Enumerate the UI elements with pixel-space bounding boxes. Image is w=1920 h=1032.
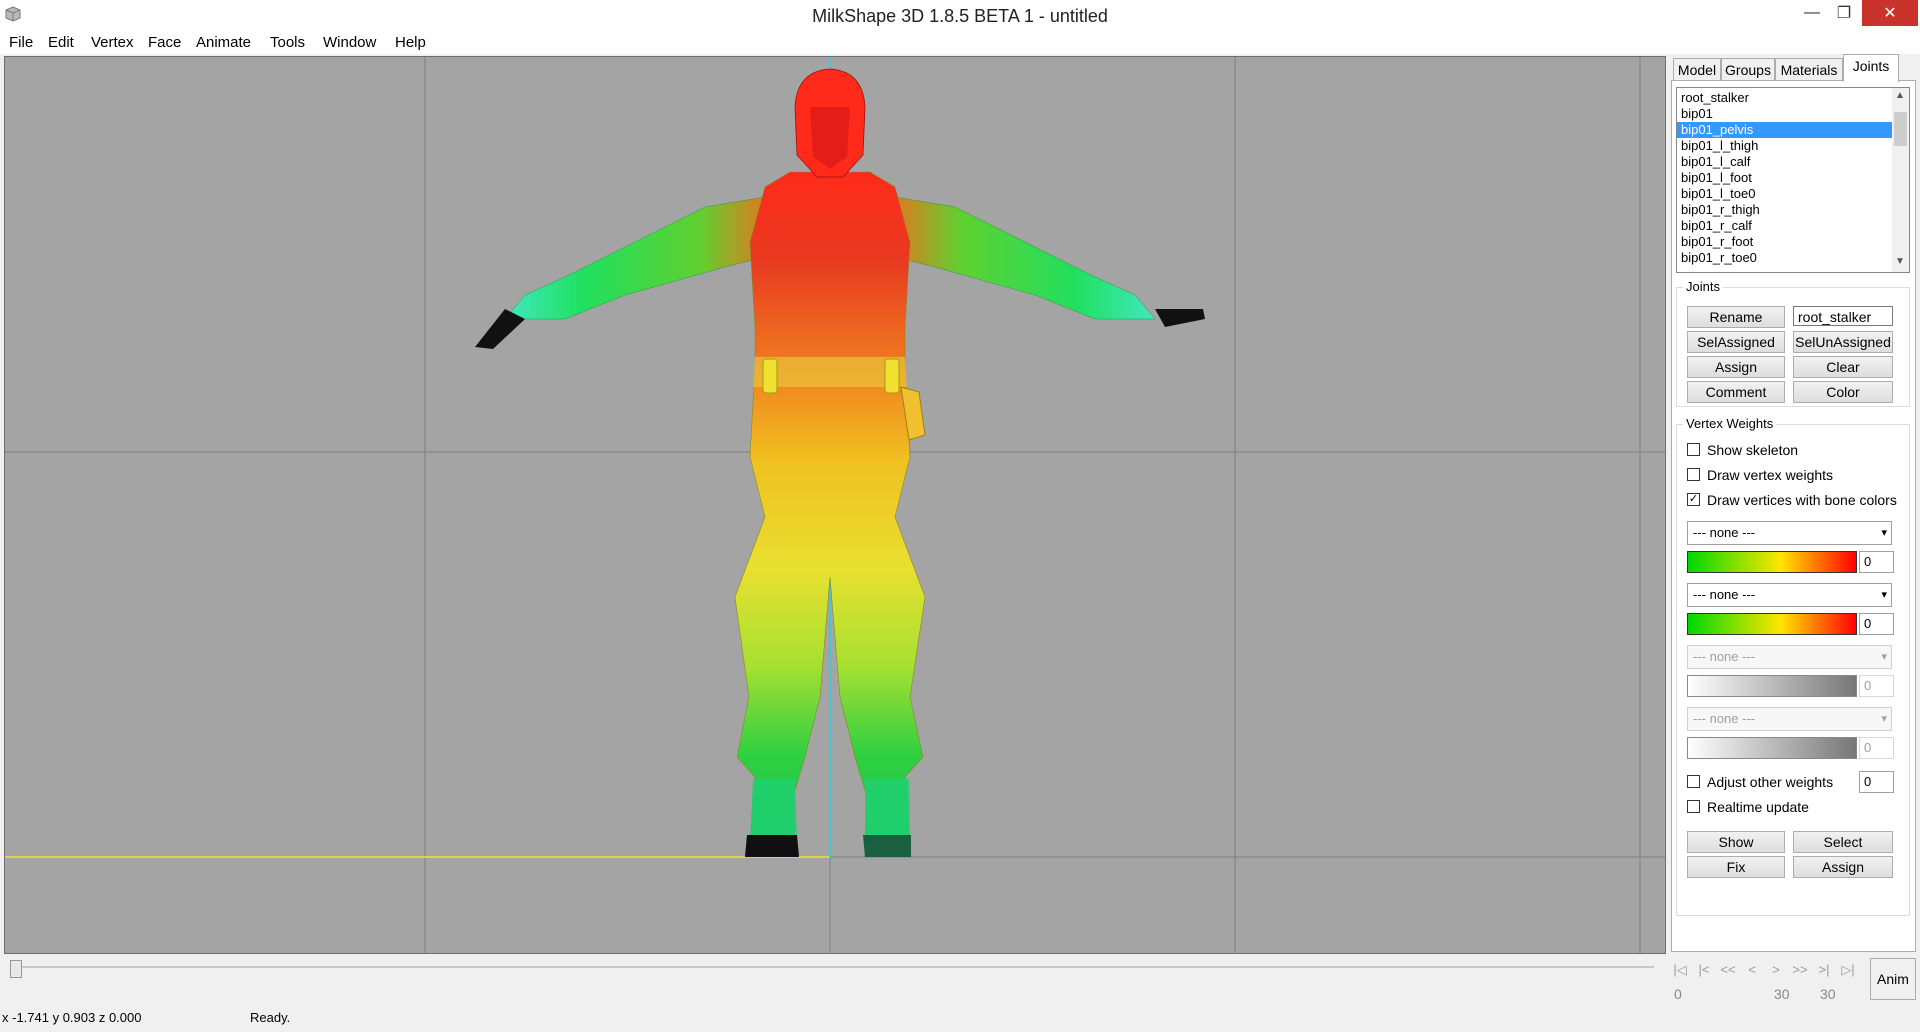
close-icon[interactable]: ✕ (1862, 0, 1918, 26)
menu-bar: File Edit Vertex Face Animate Tools Wind… (0, 30, 1920, 54)
window-title: MilkShape 3D 1.8.5 BETA 1 - untitled (812, 6, 1108, 26)
menu-tools[interactable]: Tools (270, 34, 305, 51)
last-frame-button[interactable]: ▷| (1838, 962, 1858, 978)
weight-bar-4 (1687, 737, 1857, 759)
first-frame-button[interactable]: |◁ (1670, 962, 1690, 978)
assign-button[interactable]: Assign (1687, 356, 1785, 378)
tab-materials[interactable]: Materials (1775, 58, 1843, 81)
sel-unassigned-button[interactable]: SelUnAssigned (1793, 331, 1893, 353)
checkbox-box[interactable] (1687, 468, 1700, 481)
title-bar: MilkShape 3D 1.8.5 BETA 1 - untitled — ❐… (0, 0, 1920, 30)
scroll-up-icon[interactable]: ▲ (1895, 90, 1905, 101)
fix-button[interactable]: Fix (1687, 856, 1785, 878)
sel-assigned-button[interactable]: SelAssigned (1687, 331, 1785, 353)
comment-button[interactable]: Comment (1687, 381, 1785, 403)
timeline[interactable] (0, 956, 1665, 998)
status-message: Ready. (250, 1010, 291, 1025)
tab-model[interactable]: Model (1673, 58, 1721, 81)
bone-select-4: --- none --- ▾ (1687, 707, 1892, 731)
chevron-down-icon: ▾ (1881, 527, 1887, 539)
list-item[interactable]: bip01_r_thigh (1677, 202, 1893, 218)
vertex-weights-label: Vertex Weights (1683, 416, 1777, 431)
right-panel: Model Groups Materials Joints root_stalk… (1671, 54, 1916, 954)
3d-model[interactable] (475, 68, 1205, 858)
color-button[interactable]: Color (1793, 381, 1893, 403)
prev-key-button[interactable]: |< (1694, 962, 1714, 977)
show-button[interactable]: Show (1687, 831, 1785, 853)
list-item[interactable]: bip01_r_foot (1677, 234, 1893, 250)
next-frame-button[interactable]: > (1766, 962, 1786, 977)
chevron-down-icon: ▾ (1881, 589, 1887, 601)
list-item-selected[interactable]: bip01_pelvis (1677, 122, 1893, 138)
clear-button[interactable]: Clear (1793, 356, 1893, 378)
checkmark-icon[interactable]: ✓ (1687, 493, 1700, 506)
bone-select-3: --- none --- ▾ (1687, 645, 1892, 669)
bone-select-2[interactable]: --- none --- ▾ (1687, 583, 1892, 607)
viewport-canvas (5, 57, 1665, 953)
animation-controls: |◁ |< << < > >> >| ▷| 0 30 30 Anim (1670, 956, 1918, 1004)
scrollbar-thumb[interactable] (1894, 112, 1907, 146)
weight-bar-2[interactable] (1687, 613, 1857, 635)
list-item[interactable]: bip01_l_foot (1677, 170, 1893, 186)
weight-value-2[interactable]: 0 (1859, 613, 1894, 635)
timeline-handle[interactable] (10, 960, 22, 978)
timeline-track[interactable] (14, 966, 1654, 968)
bone-select-1[interactable]: --- none --- ▾ (1687, 521, 1892, 545)
weight-value-4: 0 (1859, 737, 1894, 759)
joint-list[interactable]: root_stalker bip01 bip01_pelvis bip01_l_… (1676, 87, 1910, 273)
list-item[interactable]: bip01_r_calf (1677, 218, 1893, 234)
anim-button[interactable]: Anim (1870, 958, 1916, 1000)
list-item[interactable]: root_stalker (1677, 90, 1893, 106)
menu-animate[interactable]: Animate (196, 34, 251, 51)
weight-bar-3 (1687, 675, 1857, 697)
menu-face[interactable]: Face (148, 34, 181, 51)
chevron-down-icon: ▾ (1881, 651, 1887, 663)
tab-joints[interactable]: Joints (1843, 54, 1899, 82)
tab-groups[interactable]: Groups (1721, 58, 1775, 81)
panel-tabs: Model Groups Materials Joints (1671, 54, 1916, 82)
weight-value-1[interactable]: 0 (1859, 551, 1894, 573)
scroll-down-icon[interactable]: ▼ (1895, 256, 1905, 267)
list-item[interactable]: bip01_l_toe0 (1677, 186, 1893, 202)
joint-name-field[interactable]: root_stalker (1793, 306, 1893, 326)
menu-edit[interactable]: Edit (48, 34, 74, 51)
list-item[interactable]: bip01_l_thigh (1677, 138, 1893, 154)
select-button[interactable]: Select (1793, 831, 1893, 853)
menu-window[interactable]: Window (323, 34, 376, 51)
assign-weights-button[interactable]: Assign (1793, 856, 1893, 878)
menu-help[interactable]: Help (395, 34, 426, 51)
checkbox-box[interactable] (1687, 775, 1700, 788)
weight-value-3: 0 (1859, 675, 1894, 697)
weight-bar-1[interactable] (1687, 551, 1857, 573)
cursor-coordinates: x -1.741 y 0.903 z 0.000 (2, 1010, 142, 1025)
menu-file[interactable]: File (9, 34, 33, 51)
3d-viewport[interactable] (4, 56, 1666, 954)
joints-group: Joints Rename root_stalker SelAssigned S… (1676, 279, 1910, 407)
joints-group-label: Joints (1683, 279, 1723, 294)
checkbox-box[interactable] (1687, 800, 1700, 813)
list-item[interactable]: bip01 (1677, 106, 1893, 122)
list-item[interactable]: bip01_l_calf (1677, 154, 1893, 170)
next-key-button[interactable]: >| (1814, 962, 1834, 977)
checkbox-box[interactable] (1687, 443, 1700, 456)
menu-vertex[interactable]: Vertex (91, 34, 134, 51)
adjust-weights-value[interactable]: 0 (1859, 771, 1894, 793)
list-item[interactable]: bip01_r_toe0 (1677, 250, 1893, 266)
joint-list-scrollbar[interactable]: ▲ ▼ (1892, 88, 1909, 272)
current-frame-field[interactable]: 30 (1774, 986, 1790, 1002)
chevron-down-icon: ▾ (1881, 713, 1887, 725)
joints-tab-content: root_stalker bip01 bip01_pelvis bip01_l_… (1671, 80, 1916, 952)
end-frame-field[interactable]: 30 (1820, 986, 1836, 1002)
prev-frame-button[interactable]: < (1742, 962, 1762, 977)
rename-button[interactable]: Rename (1687, 306, 1785, 328)
start-frame-field[interactable]: 0 (1674, 986, 1682, 1002)
status-bar: x -1.741 y 0.903 z 0.000 Ready. (0, 1004, 1920, 1032)
vertex-weights-group: Vertex Weights Show skeleton Draw vertex… (1676, 416, 1910, 916)
maximize-icon[interactable]: ❐ (1822, 0, 1866, 26)
fast-forward-button[interactable]: >> (1790, 962, 1810, 977)
rewind-button[interactable]: << (1718, 962, 1738, 977)
